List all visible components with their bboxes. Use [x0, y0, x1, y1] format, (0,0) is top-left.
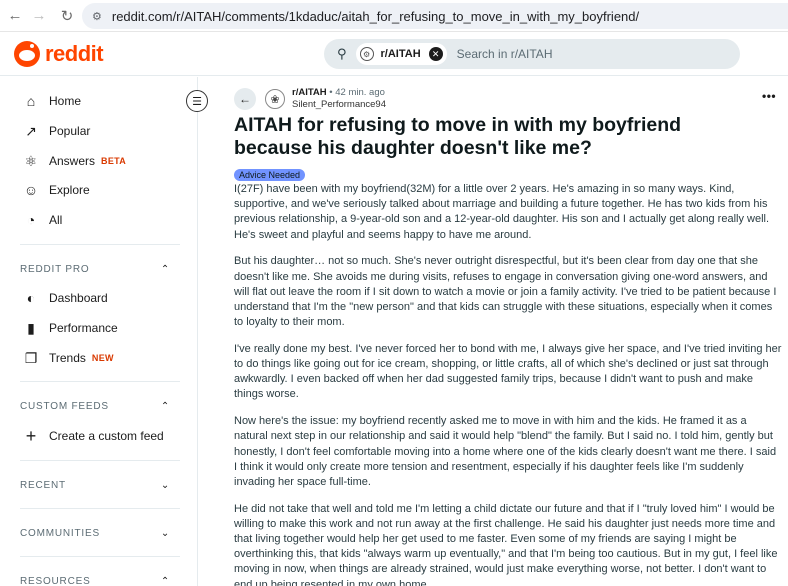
- sidebar-item-performance[interactable]: ▮ Performance: [22, 318, 118, 338]
- reddit-logo[interactable]: reddit: [14, 41, 104, 67]
- back-button[interactable]: ←: [234, 88, 256, 110]
- sidebar-item-popular[interactable]: ↗ Popular: [22, 121, 90, 141]
- post-paragraph: But his daughter… not so much. She's nev…: [234, 255, 777, 329]
- post-meta: r/AITAH • 42 min. ago: [292, 87, 385, 98]
- url-text[interactable]: reddit.com/r/AITAH/comments/1kdaduc/aita…: [112, 9, 639, 24]
- sidebar-item-label: Dashboard: [49, 291, 108, 305]
- arrow-left-icon: ←: [239, 92, 251, 106]
- chevron-down-icon[interactable]: ⌄: [161, 528, 170, 539]
- site-header: reddit ⚲ ⚙ r/AITAH ✕: [0, 32, 788, 76]
- sidebar-item-label: Explore: [49, 183, 90, 197]
- sidebar-divider: [20, 556, 180, 557]
- section-title: REDDIT PRO: [20, 263, 90, 275]
- chevron-up-icon[interactable]: ⌃: [161, 576, 170, 586]
- chevron-down-icon[interactable]: ⌄: [161, 480, 170, 491]
- plus-icon: +: [25, 425, 37, 446]
- search-input[interactable]: [456, 47, 657, 61]
- chevron-up-icon[interactable]: ⌃: [161, 401, 170, 412]
- author-link[interactable]: Silent_Performance94: [292, 99, 386, 110]
- sidebar-item-label: Popular: [49, 124, 91, 138]
- all-icon: ◔: [26, 212, 36, 228]
- browser-toolbar: ← → ↻ ⚙ reddit.com/r/AITAH/comments/1kda…: [0, 0, 788, 32]
- arrow-left-icon[interactable]: ←: [4, 5, 26, 27]
- home-icon: ⌂: [26, 93, 36, 109]
- snoo-icon: [14, 41, 40, 67]
- sidebar-divider: [20, 244, 180, 245]
- search-bar[interactable]: ⚲ ⚙ r/AITAH ✕: [324, 39, 740, 69]
- explore-icon: ☺: [23, 182, 39, 198]
- sidebar-item-create-custom-feed[interactable]: + Create a custom feed: [22, 426, 164, 446]
- answers-icon: ⚛: [24, 152, 38, 169]
- sidebar-divider: [20, 508, 180, 509]
- performance-icon: ▮: [27, 319, 35, 336]
- arrow-right-icon[interactable]: →: [28, 5, 50, 27]
- sidebar-divider: [20, 381, 180, 382]
- popular-icon: ↗: [25, 122, 37, 139]
- sidebar-item-dashboard[interactable]: ◐ Dashboard: [22, 288, 108, 308]
- subreddit-search-chip[interactable]: ⚙ r/AITAH ✕: [355, 43, 447, 65]
- sidebar-item-trends[interactable]: ❐ Trends NEW: [22, 348, 114, 368]
- post-title: AITAH for refusing to move in with my bo…: [234, 114, 682, 159]
- tune-icon[interactable]: ⚙: [92, 10, 102, 23]
- post-paragraph: He did not take that well and told me I'…: [234, 502, 778, 586]
- menu-icon[interactable]: ☰: [186, 90, 208, 112]
- sidebar-item-explore[interactable]: ☺ Explore: [22, 180, 90, 200]
- post-flair[interactable]: Advice Needed: [234, 169, 306, 181]
- chevron-up-icon[interactable]: ⌃: [161, 264, 170, 275]
- left-sidebar: ⌂ Home ↗ Popular ⚛ Answers BETA ☺ Explor…: [0, 77, 198, 586]
- new-badge: NEW: [91, 353, 114, 363]
- section-communities[interactable]: COMMUNITIES ⌄: [20, 525, 170, 541]
- sidebar-item-label: Create a custom feed: [49, 429, 164, 443]
- sidebar-item-label: Home: [49, 94, 82, 108]
- section-title: RECENT: [20, 479, 66, 491]
- section-title: CUSTOM FEEDS: [20, 400, 109, 412]
- sidebar-item-label: Performance: [49, 321, 118, 335]
- section-custom-feeds[interactable]: CUSTOM FEEDS ⌃: [20, 398, 170, 414]
- dashboard-icon: ◐: [26, 290, 36, 306]
- sidebar-item-label: Trends: [49, 351, 86, 365]
- post-paragraph: I've really done my best. I've never for…: [234, 342, 782, 401]
- section-resources[interactable]: RESOURCES ⌃: [20, 573, 170, 586]
- post-time: • 42 min. ago: [329, 87, 385, 98]
- address-bar[interactable]: ⚙ reddit.com/r/AITAH/comments/1kdaduc/ai…: [82, 3, 788, 29]
- post-body: I(27F) have been with my boyfriend(32M) …: [234, 182, 782, 586]
- post-paragraph: Now here's the issue: my boyfriend recen…: [234, 415, 777, 488]
- subreddit-link[interactable]: r/AITAH: [292, 87, 327, 98]
- trends-icon: ❐: [24, 349, 38, 366]
- post-paragraph: I(27F) have been with my boyfriend(32M) …: [234, 183, 770, 241]
- sidebar-item-all[interactable]: ◔ All: [22, 210, 63, 230]
- section-title: RESOURCES: [20, 575, 91, 586]
- search-icon: ⚲: [337, 46, 347, 61]
- beta-badge: BETA: [101, 156, 127, 166]
- subreddit-avatar[interactable]: ❀: [265, 89, 285, 109]
- section-reddit-pro[interactable]: REDDIT PRO ⌃: [20, 261, 170, 277]
- sidebar-item-label: All: [49, 213, 63, 227]
- chip-label: r/AITAH: [380, 48, 421, 60]
- sidebar-divider: [20, 460, 180, 461]
- reload-icon[interactable]: ↻: [56, 5, 78, 27]
- sidebar-item-label: Answers: [49, 154, 96, 168]
- more-options-icon[interactable]: •••: [762, 89, 776, 103]
- subreddit-icon: ⚙: [359, 47, 374, 61]
- section-recent[interactable]: RECENT ⌄: [20, 477, 170, 493]
- logo-text: reddit: [45, 41, 104, 66]
- section-title: COMMUNITIES: [20, 527, 100, 539]
- sidebar-item-answers[interactable]: ⚛ Answers BETA: [22, 151, 126, 171]
- close-icon[interactable]: ✕: [428, 47, 443, 61]
- sidebar-item-home[interactable]: ⌂ Home: [22, 91, 81, 111]
